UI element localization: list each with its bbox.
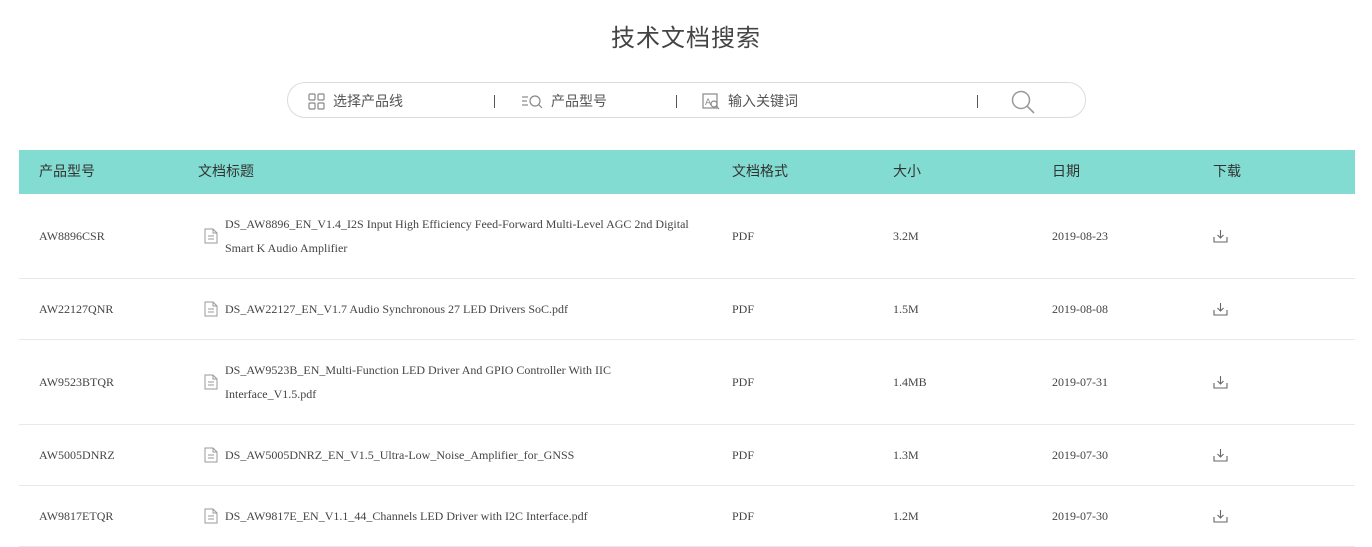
title-cell: DS_AW5005DNRZ_EN_V1.5_Ultra-Low_Noise_Am… bbox=[204, 425, 694, 485]
size-cell: 1.3M bbox=[893, 447, 919, 462]
column-header: 下载 bbox=[1213, 164, 1241, 180]
date-cell: 2019-08-23 bbox=[1052, 228, 1108, 243]
column-header: 日期 bbox=[1052, 164, 1080, 180]
document-title-link[interactable]: DS_AW22127_EN_V1.7 Audio Synchronous 27 … bbox=[225, 297, 568, 321]
search-button[interactable] bbox=[1010, 89, 1036, 115]
keyword-input[interactable]: A 输入关键词 bbox=[702, 83, 798, 119]
magnifier-icon bbox=[1011, 90, 1035, 114]
table-row: AW22127QNR DS_AW22127_EN_V1.7 Audio Sync… bbox=[19, 279, 1355, 340]
table-header: 产品型号 文档标题 文档格式 大小 日期 下载 bbox=[19, 150, 1355, 194]
documents-table: 产品型号 文档标题 文档格式 大小 日期 下载 AW8896CSR DS_AW8… bbox=[19, 150, 1355, 547]
table-row: AW8896CSR DS_AW8896_EN_V1.4_I2S Input Hi… bbox=[19, 194, 1355, 279]
size-cell: 1.5M bbox=[893, 301, 919, 316]
document-icon bbox=[204, 447, 218, 463]
download-button[interactable] bbox=[1213, 340, 1228, 424]
download-icon bbox=[1213, 449, 1228, 462]
model-cell: AW9523BTQR bbox=[39, 374, 115, 389]
document-icon bbox=[204, 374, 218, 390]
size-cell: 1.4MB bbox=[893, 374, 927, 389]
column-header: 文档标题 bbox=[198, 164, 254, 180]
search-divider bbox=[676, 95, 677, 108]
format-cell: PDF bbox=[732, 301, 755, 316]
download-button[interactable] bbox=[1213, 486, 1228, 546]
download-button[interactable] bbox=[1213, 194, 1228, 278]
date-cell: 2019-08-08 bbox=[1052, 301, 1108, 316]
search-divider bbox=[494, 95, 495, 108]
document-icon bbox=[204, 508, 218, 524]
date-cell: 2019-07-31 bbox=[1052, 374, 1108, 389]
download-button[interactable] bbox=[1213, 425, 1228, 485]
table-row: AW5005DNRZ DS_AW5005DNRZ_EN_V1.5_Ultra-L… bbox=[19, 425, 1355, 486]
date-cell: 2019-07-30 bbox=[1052, 508, 1108, 523]
model-input[interactable]: 产品型号 bbox=[521, 83, 607, 119]
table-row: AW9523BTQR DS_AW9523B_EN_Multi-Function … bbox=[19, 340, 1355, 425]
keyword-placeholder: 输入关键词 bbox=[728, 94, 798, 110]
column-header: 大小 bbox=[893, 164, 921, 180]
format-cell: PDF bbox=[732, 508, 755, 523]
download-icon bbox=[1213, 303, 1228, 316]
download-button[interactable] bbox=[1213, 279, 1228, 339]
model-cell: AW9817ETQR bbox=[39, 508, 114, 523]
search-bar: 选择产品线 产品型号 A 输入关键词 bbox=[287, 82, 1086, 118]
size-cell: 3.2M bbox=[893, 228, 919, 243]
title-cell: DS_AW22127_EN_V1.7 Audio Synchronous 27 … bbox=[204, 279, 694, 339]
model-cell: AW5005DNRZ bbox=[39, 447, 115, 462]
product-line-select[interactable]: 选择产品线 bbox=[308, 83, 403, 119]
download-icon bbox=[1213, 230, 1228, 243]
list-search-icon bbox=[522, 94, 543, 108]
column-header: 文档格式 bbox=[732, 164, 788, 180]
format-cell: PDF bbox=[732, 228, 755, 243]
product-line-label: 选择产品线 bbox=[333, 94, 403, 110]
size-cell: 1.2M bbox=[893, 508, 919, 523]
title-cell: DS_AW8896_EN_V1.4_I2S Input High Efficie… bbox=[204, 194, 694, 278]
date-cell: 2019-07-30 bbox=[1052, 447, 1108, 462]
title-cell: DS_AW9523B_EN_Multi-Function LED Driver … bbox=[204, 340, 694, 424]
format-cell: PDF bbox=[732, 447, 755, 462]
document-title-link[interactable]: DS_AW5005DNRZ_EN_V1.5_Ultra-Low_Noise_Am… bbox=[225, 443, 574, 467]
document-icon bbox=[204, 228, 218, 244]
download-icon bbox=[1213, 510, 1228, 523]
title-cell: DS_AW9817E_EN_V1.1_44_Channels LED Drive… bbox=[204, 486, 694, 546]
document-title-link[interactable]: DS_AW9523B_EN_Multi-Function LED Driver … bbox=[225, 358, 694, 406]
document-icon bbox=[204, 301, 218, 317]
table-row: AW9817ETQR DS_AW9817E_EN_V1.1_44_Channel… bbox=[19, 486, 1355, 547]
model-cell: AW22127QNR bbox=[39, 301, 114, 316]
grid-icon bbox=[308, 92, 325, 110]
page-title: 技术文档搜索 bbox=[611, 24, 761, 52]
model-cell: AW8896CSR bbox=[39, 228, 105, 243]
download-icon bbox=[1213, 376, 1228, 389]
search-divider bbox=[977, 95, 978, 108]
text-search-icon: A bbox=[702, 92, 720, 109]
column-header: 产品型号 bbox=[39, 164, 95, 180]
document-title-link[interactable]: DS_AW9817E_EN_V1.1_44_Channels LED Drive… bbox=[225, 504, 588, 528]
document-title-link[interactable]: DS_AW8896_EN_V1.4_I2S Input High Efficie… bbox=[225, 212, 694, 260]
model-label: 产品型号 bbox=[551, 94, 607, 110]
format-cell: PDF bbox=[732, 374, 755, 389]
